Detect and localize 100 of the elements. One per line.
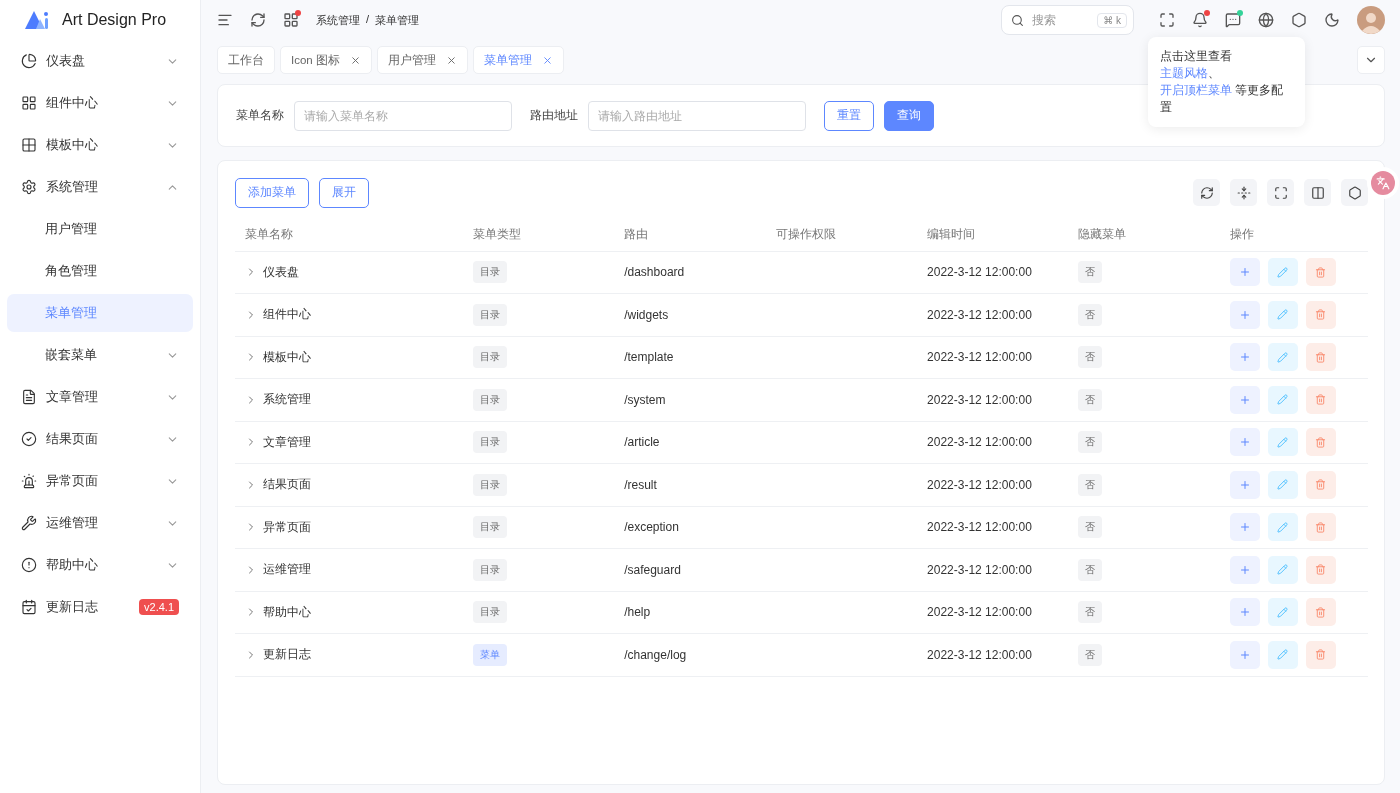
fullscreen-button[interactable] bbox=[1267, 179, 1294, 206]
column-header: 操作 bbox=[1219, 218, 1368, 251]
close-icon[interactable] bbox=[445, 54, 457, 66]
delete-button[interactable] bbox=[1305, 343, 1336, 372]
delete-button[interactable] bbox=[1305, 513, 1336, 542]
settings-icon[interactable] bbox=[1291, 12, 1307, 28]
page-tab[interactable]: Icon 图标 bbox=[280, 46, 372, 74]
hidden-tag: 否 bbox=[1078, 473, 1103, 496]
sidebar-item[interactable]: 异常页面 bbox=[7, 462, 193, 500]
add-button[interactable] bbox=[1229, 513, 1260, 542]
sidebar-item[interactable]: 结果页面 bbox=[7, 420, 193, 458]
grid-icon bbox=[21, 95, 37, 111]
add-button[interactable] bbox=[1229, 470, 1260, 499]
delete-button[interactable] bbox=[1305, 555, 1336, 584]
search-icon bbox=[1011, 13, 1024, 27]
refresh-button[interactable] bbox=[1193, 179, 1220, 206]
avatar[interactable] bbox=[1357, 6, 1385, 34]
breadcrumb-item[interactable]: 菜单管理 bbox=[375, 12, 420, 28]
edit-button[interactable] bbox=[1267, 300, 1298, 329]
sidebar-item[interactable]: 嵌套菜单 bbox=[7, 336, 193, 374]
add-button[interactable] bbox=[1229, 343, 1260, 372]
page-tab[interactable]: 工作台 bbox=[217, 46, 275, 74]
close-icon[interactable] bbox=[349, 54, 361, 66]
siren-icon bbox=[21, 473, 37, 489]
add-menu-button[interactable]: 添加菜单 bbox=[235, 177, 309, 208]
chat-icon[interactable] bbox=[1225, 12, 1241, 28]
delete-button[interactable] bbox=[1305, 258, 1336, 287]
table-cell: 2022-3-12 12:00:00 bbox=[927, 605, 1032, 620]
check-circle-icon bbox=[21, 431, 37, 447]
delete-button[interactable] bbox=[1305, 385, 1336, 414]
document-icon bbox=[21, 389, 37, 405]
sidebar-item[interactable]: 运维管理 bbox=[7, 504, 193, 542]
moon-icon[interactable] bbox=[1324, 12, 1340, 28]
gear-icon bbox=[21, 179, 37, 195]
sidebar-item[interactable]: 文章管理 bbox=[7, 378, 193, 416]
delete-button[interactable] bbox=[1305, 598, 1336, 627]
sidebar-item[interactable]: 帮助中心 bbox=[7, 546, 193, 584]
add-button[interactable] bbox=[1229, 258, 1260, 287]
edit-button[interactable] bbox=[1267, 428, 1298, 457]
hidden-tag: 否 bbox=[1078, 601, 1103, 624]
edit-button[interactable] bbox=[1267, 513, 1298, 542]
menu-icon[interactable] bbox=[217, 12, 233, 28]
pencil-icon bbox=[1277, 564, 1289, 576]
add-button[interactable] bbox=[1229, 598, 1260, 627]
row-height-button[interactable] bbox=[1230, 179, 1257, 206]
delete-button[interactable] bbox=[1305, 640, 1336, 669]
edit-button[interactable] bbox=[1267, 555, 1298, 584]
sidebar-item[interactable]: 系统管理 bbox=[7, 168, 193, 206]
input-field[interactable]: 请输入菜单名称 bbox=[294, 100, 512, 131]
breadcrumb-item[interactable]: 系统管理 bbox=[316, 12, 360, 28]
hidden-tag: 否 bbox=[1078, 643, 1103, 666]
edit-button[interactable] bbox=[1267, 470, 1298, 499]
delete-button[interactable] bbox=[1305, 470, 1336, 499]
trash-icon bbox=[1315, 606, 1327, 618]
settings-button[interactable] bbox=[1341, 179, 1368, 206]
edit-button[interactable] bbox=[1267, 598, 1298, 627]
bell-icon[interactable] bbox=[1192, 12, 1208, 28]
sidebar-item[interactable]: 组件中心 bbox=[7, 84, 193, 122]
sidebar-item[interactable]: 模板中心 bbox=[7, 126, 193, 164]
trash-icon bbox=[1315, 649, 1327, 661]
tooltip-link[interactable]: 主题风格 bbox=[1160, 66, 1208, 80]
table-cell: 模板中心 bbox=[263, 348, 311, 366]
tooltip-link[interactable]: 开启顶栏菜单 bbox=[1160, 83, 1232, 97]
page-tab[interactable]: 用户管理 bbox=[376, 46, 468, 74]
refresh-icon[interactable] bbox=[250, 12, 266, 28]
sidebar-item[interactable]: 角色管理 bbox=[7, 252, 193, 290]
hidden-tag: 否 bbox=[1078, 303, 1103, 326]
add-button[interactable] bbox=[1229, 385, 1260, 414]
edit-button[interactable] bbox=[1267, 258, 1298, 287]
edit-button[interactable] bbox=[1267, 343, 1298, 372]
globe-icon[interactable] bbox=[1258, 12, 1274, 28]
add-button[interactable] bbox=[1229, 300, 1260, 329]
type-tag: 目录 bbox=[472, 558, 507, 581]
delete-button[interactable] bbox=[1305, 300, 1336, 329]
tabs-dropdown-button[interactable] bbox=[1357, 46, 1385, 74]
column-header: 隐藏菜单 bbox=[1068, 218, 1220, 251]
edit-button[interactable] bbox=[1267, 640, 1298, 669]
close-icon[interactable] bbox=[541, 54, 553, 66]
type-tag: 目录 bbox=[472, 473, 507, 496]
hidden-tag: 否 bbox=[1078, 261, 1103, 284]
add-button[interactable] bbox=[1229, 555, 1260, 584]
reset-button[interactable]: 重置 bbox=[824, 100, 874, 131]
add-button[interactable] bbox=[1229, 640, 1260, 669]
sidebar-item[interactable]: 用户管理 bbox=[7, 210, 193, 248]
table-cell: /system bbox=[624, 392, 666, 407]
add-button[interactable] bbox=[1229, 428, 1260, 457]
fullscreen-icon[interactable] bbox=[1159, 12, 1175, 28]
type-tag: 目录 bbox=[472, 303, 507, 326]
apps-icon[interactable] bbox=[283, 12, 299, 28]
sidebar-item[interactable]: 仪表盘 bbox=[7, 42, 193, 80]
columns-button[interactable] bbox=[1304, 179, 1331, 206]
delete-button[interactable] bbox=[1305, 428, 1336, 457]
wrench-icon bbox=[21, 515, 37, 531]
sidebar-item[interactable]: 更新日志 v2.4.1 bbox=[7, 588, 193, 626]
fullscreen-icon bbox=[1273, 185, 1288, 200]
edit-button[interactable] bbox=[1267, 385, 1298, 414]
page-tab[interactable]: 菜单管理 bbox=[472, 46, 564, 74]
input-field[interactable]: 请输入路由地址 bbox=[588, 100, 806, 131]
search-field[interactable]: 搜索 ⌘ k bbox=[1001, 5, 1134, 35]
expand-button[interactable]: 展开 bbox=[319, 177, 369, 208]
